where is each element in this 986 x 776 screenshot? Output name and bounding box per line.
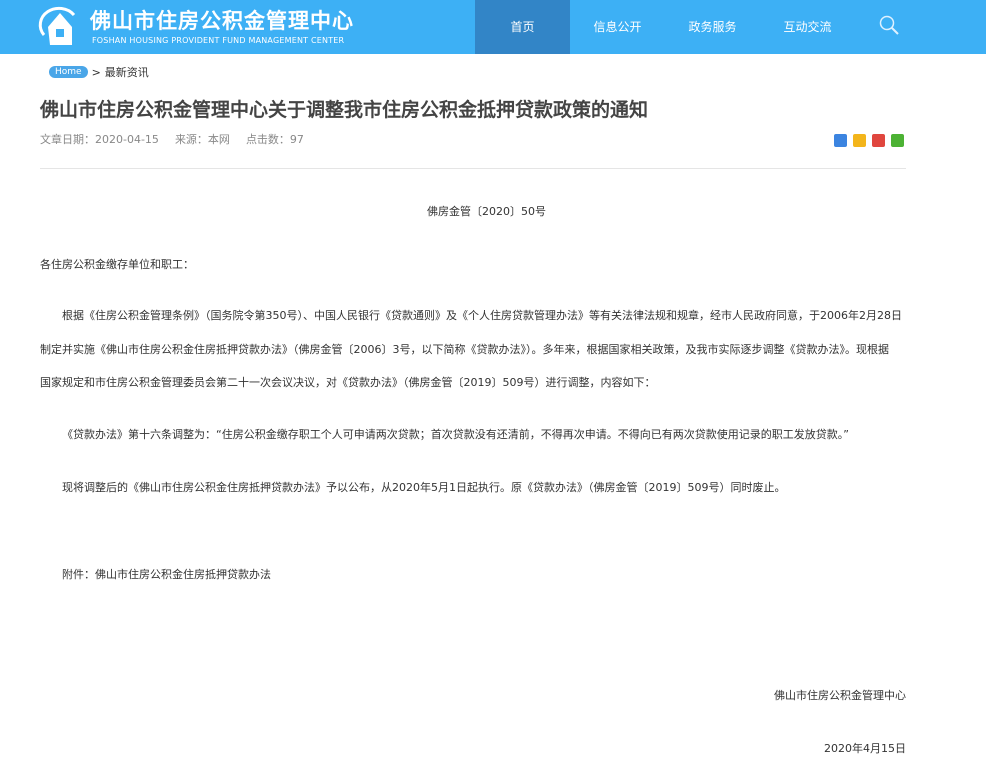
sign-date: 2020年4月15日 <box>824 742 906 755</box>
share-weibo-icon[interactable] <box>872 134 885 147</box>
article-source: 来源：本网 <box>174 133 230 146</box>
search-icon[interactable] <box>878 14 900 36</box>
paragraph-1-line-1: 根据《住房公积金管理条例》（国务院令第350号）、中国人民银行《贷款通则》及《个… <box>62 309 902 322</box>
main-nav: 首页 信息公开 政务服务 互动交流 <box>475 0 855 54</box>
share-wechat-icon[interactable] <box>891 134 904 147</box>
share-qzone-icon[interactable] <box>853 134 866 147</box>
site-subtitle: FOSHAN HOUSING PROVIDENT FUND MANAGEMENT… <box>92 36 345 45</box>
logo-house-icon <box>38 6 76 45</box>
share-more-icon[interactable] <box>834 134 847 147</box>
doc-number: 佛房金管〔2020〕50号 <box>427 205 546 218</box>
salutation: 各住房公积金缴存单位和职工： <box>40 258 194 271</box>
header: 佛山市住房公积金管理中心 FOSHAN HOUSING PROVIDENT FU… <box>0 0 986 54</box>
divider <box>40 168 906 169</box>
article-clicks: 点击数：97 <box>245 133 304 146</box>
share-bar <box>834 134 904 147</box>
breadcrumb-home[interactable]: Home <box>49 66 88 78</box>
signer: 佛山市住房公积金管理中心 <box>774 689 906 702</box>
paragraph-1-line-3: 国家规定和市住房公积金管理委员会第二十一次会议决议，对《贷款办法》（佛房金管〔2… <box>40 376 656 389</box>
attachment-link[interactable]: 附件：佛山市住房公积金住房抵押贷款办法 <box>62 566 271 582</box>
nav-home[interactable]: 首页 <box>475 0 570 54</box>
paragraph-1-line-2: 制定并实施《佛山市住房公积金住房抵押贷款办法》（佛房金管〔2006〕3号，以下简… <box>40 343 889 356</box>
nav-interaction[interactable]: 互动交流 <box>760 0 855 54</box>
page-title: 佛山市住房公积金管理中心关于调整我市住房公积金抵押贷款政策的通知 <box>40 99 649 121</box>
article-date: 文章日期：2020-04-15 <box>40 133 159 146</box>
breadcrumb-separator: > <box>91 65 101 79</box>
nav-info[interactable]: 信息公开 <box>570 0 665 54</box>
site-title: 佛山市住房公积金管理中心 <box>90 9 354 33</box>
nav-services[interactable]: 政务服务 <box>665 0 760 54</box>
paragraph-3: 现将调整后的《佛山市住房公积金住房抵押贷款办法》予以公布，从2020年5月1日起… <box>62 481 786 494</box>
breadcrumb-current[interactable]: 最新资讯 <box>105 64 149 80</box>
breadcrumb: Home > 最新资讯 <box>49 64 149 80</box>
paragraph-2: 《贷款办法》第十六条调整为：“住房公积金缴存职工个人可申请两次贷款；首次贷款没有… <box>62 428 849 441</box>
article-meta: 文章日期：2020-04-15 来源：本网 点击数：97 <box>40 131 304 147</box>
